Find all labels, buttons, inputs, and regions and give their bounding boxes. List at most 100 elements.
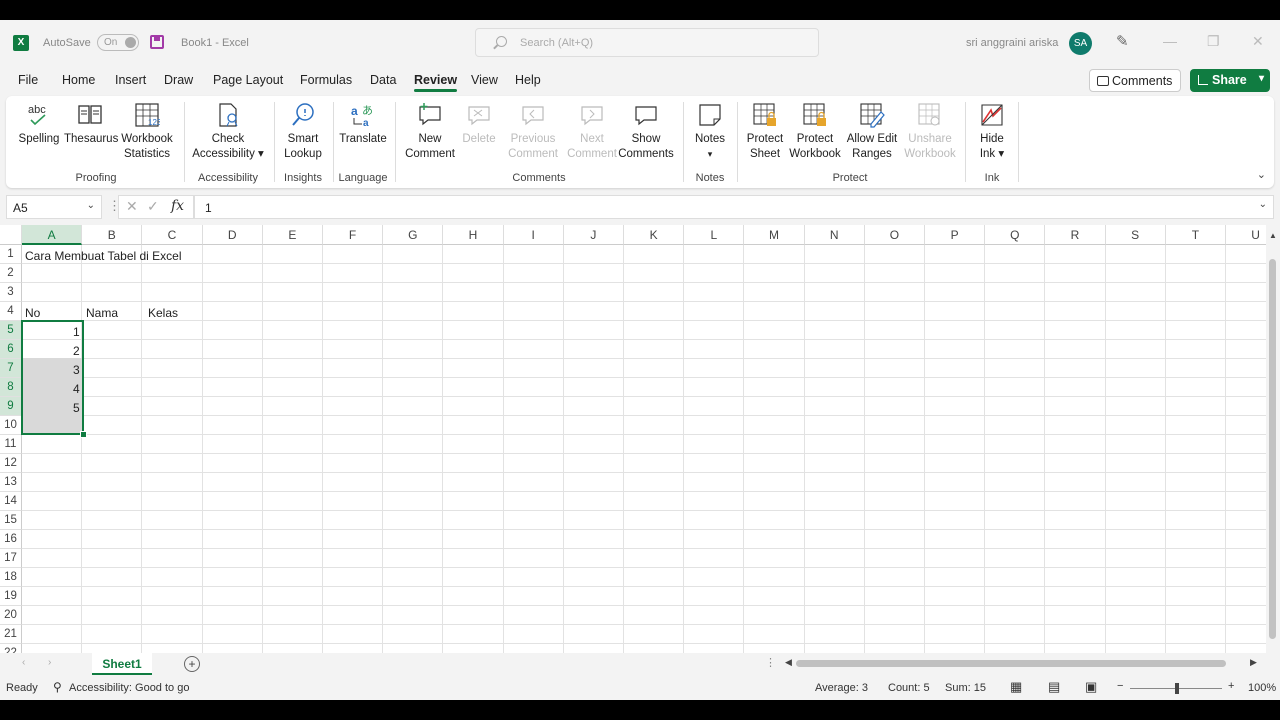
- row-header-4[interactable]: 4: [0, 302, 22, 321]
- next-sheet-icon[interactable]: ›: [48, 657, 51, 668]
- cancel-icon[interactable]: ✕: [126, 198, 138, 215]
- row-header-21[interactable]: 21: [0, 625, 22, 644]
- zoom-in-icon[interactable]: +: [1228, 680, 1234, 692]
- next-comment-button[interactable]: Next Comment: [564, 100, 620, 162]
- previous-comment-button[interactable]: Previous Comment: [504, 100, 562, 162]
- column-header-L[interactable]: L: [684, 225, 745, 245]
- row-header-12[interactable]: 12: [0, 454, 22, 473]
- vertical-scrollbar[interactable]: ▲: [1266, 225, 1280, 653]
- protect-sheet-button[interactable]: Protect Sheet: [742, 100, 788, 162]
- thesaurus-button[interactable]: Thesaurus: [64, 100, 118, 147]
- column-header-I[interactable]: I: [503, 225, 564, 245]
- column-header-P[interactable]: P: [925, 225, 986, 245]
- comments-button[interactable]: Comments: [1089, 69, 1181, 92]
- row-header-5[interactable]: 5: [0, 321, 22, 340]
- scroll-left-icon[interactable]: ◀: [785, 657, 792, 668]
- zoom-level[interactable]: 100%: [1248, 682, 1276, 694]
- unshare-workbook-button[interactable]: Unshare Workbook: [902, 100, 958, 162]
- hide-ink-button[interactable]: Hide Ink ▾: [972, 100, 1012, 162]
- scroll-right-icon[interactable]: ▶: [1250, 657, 1257, 668]
- prev-sheet-icon[interactable]: ‹: [22, 657, 25, 668]
- check-accessibility-button[interactable]: Check Accessibility ▾: [190, 100, 266, 162]
- formula-input[interactable]: 1 ⌄: [194, 195, 1274, 219]
- vertical-scroll-thumb[interactable]: [1269, 259, 1276, 639]
- column-header-M[interactable]: M: [744, 225, 805, 245]
- status-accessibility[interactable]: Accessibility: Good to go: [69, 682, 189, 694]
- show-comments-button[interactable]: Show Comments: [616, 100, 676, 162]
- normal-view-icon[interactable]: ▦: [1010, 679, 1022, 695]
- worksheet-grid[interactable]: ABCDEFGHIJKLMNOPQRSTU 1 2 3 4 5 6 7 8 9 10 11 12 13 1…: [0, 225, 1266, 653]
- menu-file[interactable]: File: [18, 73, 38, 87]
- zoom-out-icon[interactable]: −: [1117, 680, 1123, 692]
- column-header-K[interactable]: K: [624, 225, 685, 245]
- row-header-19[interactable]: 19: [0, 587, 22, 606]
- save-icon[interactable]: [150, 35, 164, 49]
- select-all-corner[interactable]: [0, 225, 22, 245]
- menu-review[interactable]: Review: [414, 73, 458, 92]
- cell-A4[interactable]: No: [25, 306, 40, 320]
- row-header-7[interactable]: 7: [0, 359, 22, 378]
- fill-handle[interactable]: [80, 431, 87, 438]
- avatar[interactable]: SA: [1069, 32, 1092, 55]
- column-header-A[interactable]: A: [22, 225, 83, 245]
- delete-comment-button[interactable]: Delete: [460, 100, 498, 147]
- share-button[interactable]: Share ▾: [1190, 69, 1270, 92]
- horizontal-scroll-thumb[interactable]: [796, 660, 1226, 667]
- spelling-button[interactable]: abc Spelling: [16, 100, 62, 147]
- menu-view[interactable]: View: [471, 73, 498, 87]
- column-header-B[interactable]: B: [82, 225, 143, 245]
- column-header-C[interactable]: C: [142, 225, 203, 245]
- column-header-U[interactable]: U: [1226, 225, 1266, 245]
- workbook-statistics-button[interactable]: 123 Workbook Statistics: [118, 100, 176, 162]
- menu-data[interactable]: Data: [370, 73, 396, 87]
- zoom-slider-knob[interactable]: [1175, 683, 1179, 694]
- row-header-18[interactable]: 18: [0, 568, 22, 587]
- menu-page-layout[interactable]: Page Layout: [213, 73, 283, 87]
- restore-button[interactable]: ❐: [1207, 33, 1220, 50]
- column-header-O[interactable]: O: [864, 225, 925, 245]
- row-header-6[interactable]: 6: [0, 340, 22, 359]
- row-header-22[interactable]: 22: [0, 644, 22, 653]
- column-header-Q[interactable]: Q: [985, 225, 1046, 245]
- notes-button[interactable]: Notes ▾: [690, 100, 730, 162]
- column-header-E[interactable]: E: [262, 225, 323, 245]
- menu-formulas[interactable]: Formulas: [300, 73, 352, 87]
- minimize-button[interactable]: —: [1163, 33, 1177, 49]
- expand-formula-chevron-icon[interactable]: ⌄: [1259, 199, 1267, 210]
- cell-C4[interactable]: Kelas: [148, 306, 178, 320]
- menu-home[interactable]: Home: [62, 73, 95, 87]
- row-header-11[interactable]: 11: [0, 435, 22, 454]
- column-header-D[interactable]: D: [202, 225, 263, 245]
- column-header-T[interactable]: T: [1165, 225, 1226, 245]
- row-header-14[interactable]: 14: [0, 492, 22, 511]
- protect-workbook-button[interactable]: Protect Workbook: [788, 100, 842, 162]
- menu-insert[interactable]: Insert: [115, 73, 146, 87]
- new-comment-button[interactable]: New Comment: [402, 100, 458, 162]
- scroll-up-icon[interactable]: ▲: [1269, 231, 1277, 240]
- row-header-20[interactable]: 20: [0, 606, 22, 625]
- smart-lookup-button[interactable]: Smart Lookup: [280, 100, 326, 162]
- row-header-1[interactable]: 1: [0, 245, 22, 264]
- page-layout-view-icon[interactable]: ▤: [1048, 679, 1060, 695]
- sheet-tab-sheet1[interactable]: Sheet1: [92, 653, 152, 675]
- row-header-10[interactable]: 10: [0, 416, 22, 435]
- row-header-8[interactable]: 8: [0, 378, 22, 397]
- ribbon-collapse-chevron-icon[interactable]: ⌄: [1257, 168, 1266, 181]
- allow-edit-ranges-button[interactable]: Allow Edit Ranges: [844, 100, 900, 162]
- row-header-2[interactable]: 2: [0, 264, 22, 283]
- page-break-view-icon[interactable]: ▣: [1085, 679, 1097, 695]
- cell-B4[interactable]: Nama: [86, 306, 118, 320]
- column-header-N[interactable]: N: [804, 225, 865, 245]
- tab-splitter-icon[interactable]: ⋮: [765, 656, 776, 669]
- translate-button[interactable]: aあa Translate: [338, 100, 388, 147]
- row-header-9[interactable]: 9: [0, 397, 22, 416]
- row-header-16[interactable]: 16: [0, 530, 22, 549]
- name-box[interactable]: A5 ⌄: [6, 195, 102, 219]
- enter-icon[interactable]: ✓: [147, 198, 159, 215]
- row-header-13[interactable]: 13: [0, 473, 22, 492]
- autosave-toggle[interactable]: On: [97, 34, 139, 51]
- row-header-15[interactable]: 15: [0, 511, 22, 530]
- column-header-F[interactable]: F: [323, 225, 384, 245]
- pen-icon[interactable]: ✎: [1116, 32, 1129, 50]
- menu-help[interactable]: Help: [515, 73, 541, 87]
